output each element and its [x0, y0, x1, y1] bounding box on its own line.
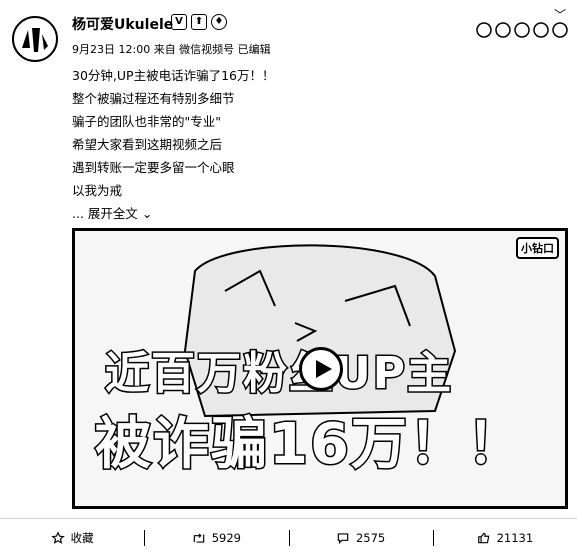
- post-line: 遇到转账一定要多留一个心眼: [72, 160, 235, 175]
- star-icon: [50, 531, 65, 544]
- video-title-line1: 近百万粉丝UP主: [104, 347, 453, 401]
- post-content: 30分钟,UP主被电话诈骗了16万！！ 整个被骗过程还有特别多细节 骗子的团队也…: [72, 64, 274, 225]
- vip-icon: ♦: [211, 14, 227, 30]
- comment-button[interactable]: 2575: [288, 520, 433, 556]
- action-bar: 收藏 5929 2575 21131: [0, 520, 577, 556]
- repost-count: 5929: [211, 531, 242, 545]
- post-line: 以我为戒: [72, 183, 123, 198]
- post-line: 骗子的团队也非常的"专业": [72, 114, 221, 129]
- like-count: 21131: [496, 531, 534, 545]
- like-button[interactable]: 21131: [432, 520, 577, 556]
- chevron-down-icon[interactable]: ⌄: [142, 202, 152, 225]
- repost-icon: [193, 533, 204, 543]
- video-player[interactable]: 小钻口 近百万粉丝UP主 被诈骗16万！！: [72, 228, 568, 509]
- comment-count: 2575: [355, 531, 386, 545]
- comment-icon: [337, 533, 349, 545]
- like-icon: [477, 532, 489, 544]
- avatar[interactable]: [12, 16, 58, 62]
- repost-button[interactable]: 5929: [144, 520, 288, 556]
- post-meta: 9月23日 12:00 来自 微信视频号 已编辑: [72, 43, 271, 56]
- favorite-button[interactable]: 收藏: [0, 520, 144, 556]
- user-badges: V ⬆ ♦: [171, 14, 227, 30]
- source-badge: 小钻口: [516, 237, 559, 259]
- verified-icon: V: [171, 14, 187, 30]
- play-icon[interactable]: [299, 347, 343, 391]
- post-line: 希望大家看到这期视频之后: [72, 137, 223, 152]
- username[interactable]: 杨可爱Ukulele: [72, 14, 173, 34]
- video-title-line2: 被诈骗16万！！: [94, 411, 525, 479]
- expand-full-text[interactable]: ... 展开全文 ⌄: [72, 202, 274, 225]
- favorite-label: 收藏: [70, 531, 94, 545]
- post-line: 30分钟,UP主被电话诈骗了16万！！: [72, 68, 275, 83]
- divider: [0, 518, 577, 519]
- expand-label[interactable]: ... 展开全文: [72, 202, 138, 225]
- sticker-decoration: [476, 22, 568, 38]
- post-line: 整个被骗过程还有特别多细节: [72, 91, 235, 106]
- level-icon: ⬆: [191, 14, 207, 30]
